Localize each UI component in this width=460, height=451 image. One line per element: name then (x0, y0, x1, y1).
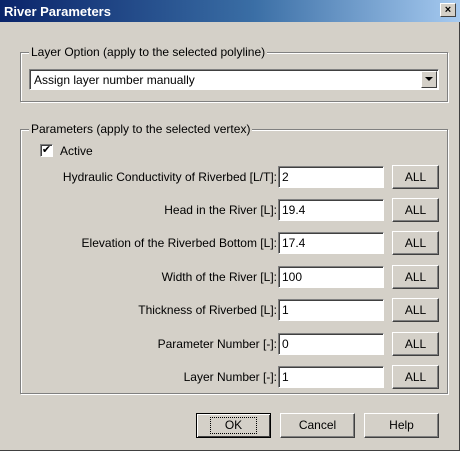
river-width-all-button[interactable]: ALL (392, 265, 439, 289)
river-parameters-dialog: River Parameters × Layer Option (apply t… (0, 0, 460, 451)
checkmark-icon: ✔ (41, 144, 52, 156)
layer-number-label: Layer Number [-]: (183, 370, 277, 384)
layer-option-group: Layer Option (apply to the selected poly… (20, 45, 448, 102)
parameter-number-all-button[interactable]: ALL (392, 332, 439, 356)
close-icon: × (444, 4, 452, 16)
ok-button-label: OK (209, 417, 258, 434)
cancel-button[interactable]: Cancel (280, 413, 355, 438)
head-in-river-label: Head in the River [L]: (164, 203, 277, 217)
layer-option-legend: Layer Option (apply to the selected poly… (29, 45, 268, 59)
hydraulic-conductivity-all-button[interactable]: ALL (392, 165, 439, 189)
riverbed-thickness-field[interactable]: 1 (278, 299, 384, 321)
layer-number-field[interactable]: 1 (278, 366, 384, 388)
help-button[interactable]: Help (364, 413, 439, 438)
hydraulic-conductivity-label: Hydraulic Conductivity of Riverbed [L/T]… (62, 170, 277, 184)
dialog-title: River Parameters (4, 4, 111, 19)
chevron-down-icon[interactable] (421, 71, 437, 88)
river-width-label: Width of the River [L]: (161, 270, 277, 284)
riverbed-bottom-elevation-field[interactable]: 17.4 (278, 232, 384, 254)
ok-button[interactable]: OK (196, 413, 271, 438)
head-in-river-field[interactable]: 19.4 (278, 199, 384, 221)
river-width-field[interactable]: 100 (278, 266, 384, 288)
parameters-legend: Parameters (apply to the selected vertex… (29, 122, 253, 136)
layer-option-selected: Assign layer number manually (34, 73, 195, 87)
layer-option-dropdown[interactable]: Assign layer number manually (29, 69, 439, 90)
layer-number-all-button[interactable]: ALL (392, 365, 439, 389)
riverbed-bottom-elevation-label: Elevation of the Riverbed Bottom [L]: (81, 236, 277, 250)
title-bar[interactable]: River Parameters × (0, 0, 460, 22)
active-checkbox[interactable]: ✔ (40, 144, 53, 157)
riverbed-thickness-label: Thickness of Riverbed [L]: (138, 303, 277, 317)
hydraulic-conductivity-field[interactable]: 2 (278, 166, 384, 188)
close-button[interactable]: × (440, 3, 456, 17)
active-label: Active (60, 144, 93, 158)
head-in-river-all-button[interactable]: ALL (392, 198, 439, 222)
riverbed-bottom-elevation-all-button[interactable]: ALL (392, 231, 439, 255)
parameter-number-field[interactable]: 0 (278, 333, 384, 355)
riverbed-thickness-all-button[interactable]: ALL (392, 298, 439, 322)
parameter-number-label: Parameter Number [-]: (157, 337, 277, 351)
